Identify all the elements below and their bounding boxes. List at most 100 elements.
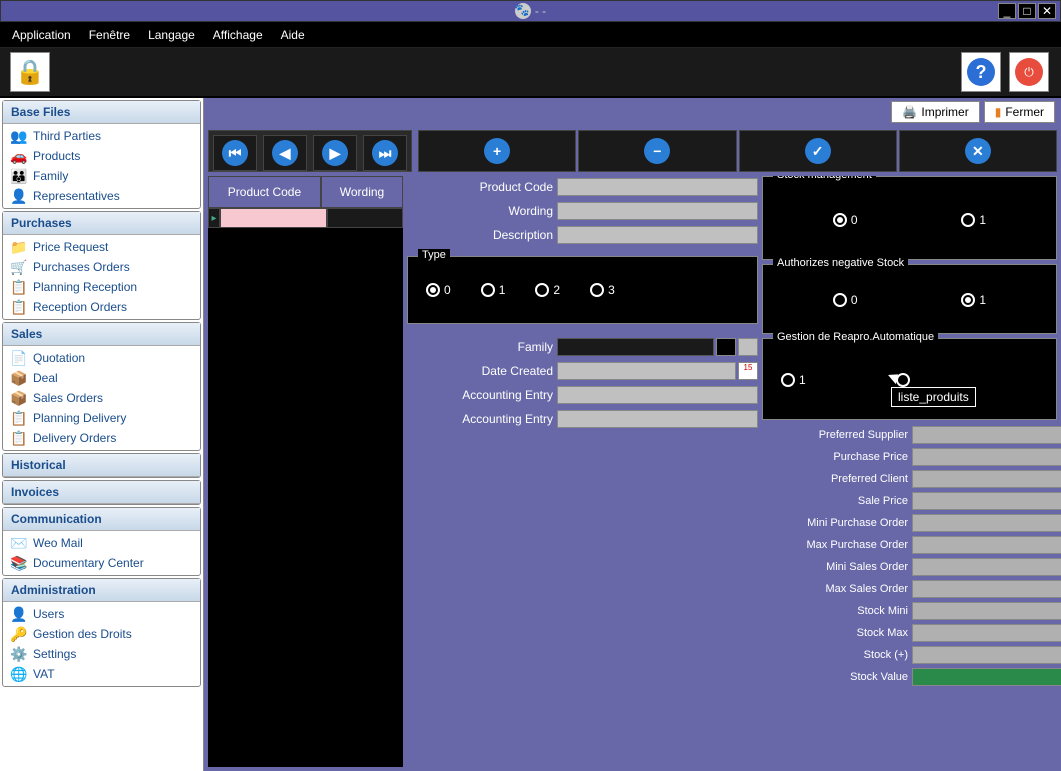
section-sales[interactable]: Sales (3, 323, 200, 346)
sidebar-item-representatives[interactable]: 👤Representatives (3, 186, 200, 206)
radio-stock-1[interactable]: 1 (961, 213, 986, 227)
input-stock-max[interactable] (912, 624, 1061, 642)
input-stock-mini[interactable] (912, 602, 1061, 620)
confirm-button[interactable]: ✓ (739, 130, 897, 172)
sidebar-item-deal[interactable]: 📦Deal (3, 368, 200, 388)
cart-icon: 🛒 (11, 259, 27, 275)
menu-aide[interactable]: Aide (281, 28, 305, 42)
sidebar-item-documentary-center[interactable]: 📚Documentary Center (3, 553, 200, 573)
input-stock-plus[interactable] (912, 646, 1061, 664)
input-wording[interactable] (557, 202, 758, 220)
minimize-button[interactable]: _ (998, 3, 1016, 19)
titlebar: 🐾 - - _ □ ✕ (0, 0, 1061, 22)
cancel-button[interactable]: ✕ (899, 130, 1057, 172)
menu-application[interactable]: Application (12, 28, 71, 42)
legend-type: Type (418, 249, 450, 261)
section-administration[interactable]: Administration (3, 579, 200, 602)
close-window-button[interactable]: ✕ (1038, 3, 1056, 19)
radio-stock-0[interactable]: 0 (833, 213, 858, 227)
col-product-code[interactable]: Product Code (208, 176, 321, 208)
input-description[interactable] (557, 226, 758, 244)
print-button[interactable]: 🖨️Imprimer (891, 101, 979, 123)
menu-fenetre[interactable]: Fenêtre (89, 28, 130, 42)
section-invoices[interactable]: Invoices (3, 481, 200, 504)
cell-wording[interactable] (327, 208, 403, 228)
input-stock-value[interactable] (912, 668, 1061, 686)
calendar-button[interactable]: 15 (738, 362, 758, 380)
nav-first-button[interactable]: ⏮ (213, 135, 257, 171)
radio-type-3[interactable]: 3 (590, 283, 615, 297)
col-wording[interactable]: Wording (321, 176, 403, 208)
radio-neg-1[interactable]: 1 (961, 293, 986, 307)
label-stock-plus: Stock (+) (762, 649, 912, 661)
section-purchases[interactable]: Purchases (3, 212, 200, 235)
input-accounting-entry-2[interactable] (557, 410, 758, 428)
input-sale-price[interactable] (912, 492, 1061, 510)
radio-neg-0[interactable]: 0 (833, 293, 858, 307)
sidebar-item-weo-mail[interactable]: ✉️Weo Mail (3, 533, 200, 553)
section-historical[interactable]: Historical (3, 454, 200, 477)
menu-langage[interactable]: Langage (148, 28, 195, 42)
help-button[interactable]: ? (961, 52, 1001, 92)
input-pref-client[interactable] (912, 470, 1061, 488)
sidebar-item-users[interactable]: 👤Users (3, 604, 200, 624)
app-icon: 🐾 (515, 3, 531, 19)
doc-icon: 📄 (11, 350, 27, 366)
power-button[interactable]: ⏻ (1009, 52, 1049, 92)
table-row[interactable]: ▸ (208, 208, 403, 228)
input-family[interactable] (557, 338, 714, 356)
input-date-created[interactable] (557, 362, 736, 380)
family-picker-btn1[interactable] (716, 338, 736, 356)
sidebar-item-products[interactable]: 🚗Products (3, 146, 200, 166)
label-accounting-entry-1: Accounting Entry (407, 388, 557, 402)
label-stock-mini: Stock Mini (762, 605, 912, 617)
menu-affichage[interactable]: Affichage (213, 28, 263, 42)
help-icon: ? (967, 58, 995, 86)
sidebar-item-planning-reception[interactable]: 📋Planning Reception (3, 277, 200, 297)
sidebar-item-family[interactable]: 👪Family (3, 166, 200, 186)
sidebar-item-sales-orders[interactable]: 📦Sales Orders (3, 388, 200, 408)
sidebar-item-vat[interactable]: 🌐VAT (3, 664, 200, 684)
radio-type-0[interactable]: 0 (426, 283, 451, 297)
section-base-files[interactable]: Base Files (3, 101, 200, 124)
input-max-purchase[interactable] (912, 536, 1061, 554)
sidebar-item-purchases-orders[interactable]: 🛒Purchases Orders (3, 257, 200, 277)
input-mini-purchase[interactable] (912, 514, 1061, 532)
close-button[interactable]: ▮Fermer (984, 101, 1055, 123)
input-purchase-price[interactable] (912, 448, 1061, 466)
cell-product-code[interactable] (220, 208, 327, 228)
label-purchase-price: Purchase Price (762, 451, 912, 463)
input-product-code[interactable] (557, 178, 758, 196)
x-icon: ✕ (965, 138, 991, 164)
sidebar-item-quotation[interactable]: 📄Quotation (3, 348, 200, 368)
input-accounting-entry-1[interactable] (557, 386, 758, 404)
input-max-sales[interactable] (912, 580, 1061, 598)
family-picker-btn2[interactable] (738, 338, 758, 356)
sidebar-item-settings[interactable]: ⚙️Settings (3, 644, 200, 664)
nav-last-button[interactable]: ⏭ (363, 135, 407, 171)
nav-prev-button[interactable]: ◀ (263, 135, 307, 171)
price-form: Preferred Supplier Purchase Price Prefer… (762, 424, 1057, 767)
input-pref-supplier[interactable] (912, 426, 1061, 444)
list-icon: 📋 (11, 410, 27, 426)
power-icon: ⏻ (1015, 58, 1043, 86)
sidebar-item-planning-delivery[interactable]: 📋Planning Delivery (3, 408, 200, 428)
maximize-button[interactable]: □ (1018, 3, 1036, 19)
nav-next-button[interactable]: ▶ (313, 135, 357, 171)
radio-reapro-1[interactable]: 1 (781, 373, 806, 387)
sidebar-item-gestion-droits[interactable]: 🔑Gestion des Droits (3, 624, 200, 644)
lock-button[interactable]: 🔒 (10, 52, 50, 92)
sidebar-item-third-parties[interactable]: 👥Third Parties (3, 126, 200, 146)
radio-type-2[interactable]: 2 (535, 283, 560, 297)
input-mini-sales[interactable] (912, 558, 1061, 576)
docs-icon: 📚 (11, 555, 27, 571)
remove-button[interactable]: − (578, 130, 736, 172)
section-communication[interactable]: Communication (3, 508, 200, 531)
add-button[interactable]: + (418, 130, 576, 172)
sidebar-item-delivery-orders[interactable]: 📋Delivery Orders (3, 428, 200, 448)
sidebar-item-reception-orders[interactable]: 📋Reception Orders (3, 297, 200, 317)
radio-type-1[interactable]: 1 (481, 283, 506, 297)
sidebar-item-price-request[interactable]: 📁Price Request (3, 237, 200, 257)
label-product-code: Product Code (407, 180, 557, 194)
content-area: 🖨️Imprimer ▮Fermer ⏮ ◀ ▶ ⏭ + − ✓ ✕ Produ… (204, 98, 1061, 771)
